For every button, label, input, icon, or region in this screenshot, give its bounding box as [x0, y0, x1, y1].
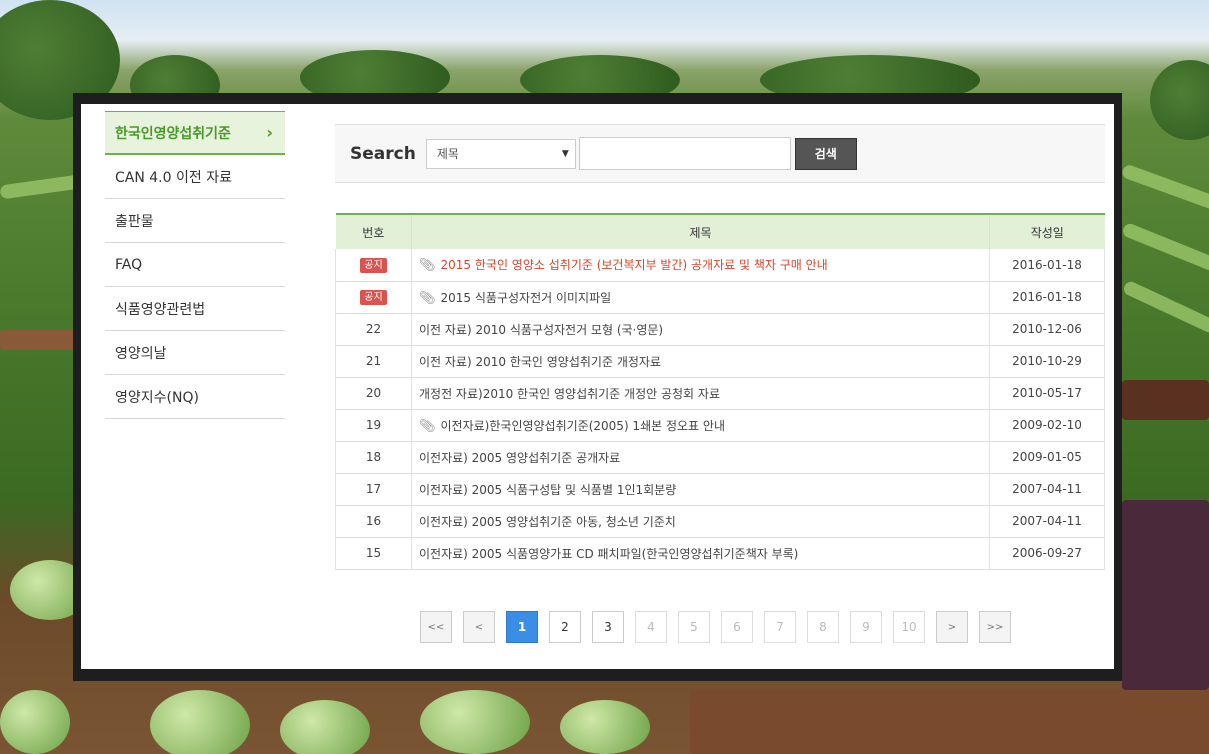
post-number: 17: [335, 473, 412, 506]
post-date: 2010-12-06: [989, 313, 1105, 346]
page-button-4[interactable]: 4: [635, 611, 667, 643]
page-button-10[interactable]: 10: [893, 611, 925, 643]
paperclip-icon: 📎︎: [419, 290, 436, 306]
post-date: 2016-01-18: [989, 281, 1105, 314]
post-date: 2006-09-27: [989, 537, 1105, 570]
post-title-link[interactable]: 이전자료) 2005 영양섭취기준 아동, 청소년 기준치: [419, 515, 676, 529]
search-bar: Search 제목 ▼ 검색: [335, 124, 1105, 183]
table-row: 18 이전자료) 2005 영양섭취기준 공개자료 2009-01-05: [335, 441, 1105, 474]
table-row: 공지 📎︎ 2015 한국인 영양소 섭취기준 (보건복지부 발간) 공개자료 및…: [335, 249, 1105, 282]
post-date: 2009-01-05: [989, 441, 1105, 474]
sidebar-item-can-archive[interactable]: CAN 4.0 이전 자료: [105, 155, 285, 199]
sidebar-item-label: 출판물: [115, 213, 154, 230]
next-page-button[interactable]: >: [936, 611, 968, 643]
page-button-2[interactable]: 2: [549, 611, 581, 643]
post-title-link[interactable]: 이전자료)한국인영양섭취기준(2005) 1쇄본 정오표 안내: [441, 419, 725, 433]
table-row: 15 이전자료) 2005 식품영양가표 CD 패치파일(한국인영양섭취기준책자…: [335, 537, 1105, 570]
paperclip-icon: 📎︎: [419, 258, 436, 274]
post-title-link[interactable]: 2015 식품구성자전거 이미지파일: [441, 291, 612, 305]
sidebar-item-label: CAN 4.0 이전 자료: [115, 169, 232, 186]
page-button-5[interactable]: 5: [678, 611, 710, 643]
sidebar-item-label: 한국인영양섭취기준: [115, 125, 231, 142]
table-row: 20 개정전 자료)2010 한국인 영양섭취기준 개정안 공청회 자료 201…: [335, 377, 1105, 410]
post-number: 15: [335, 537, 412, 570]
sidebar-item-label: 영양지수(NQ): [115, 389, 199, 406]
page-button-3[interactable]: 3: [592, 611, 624, 643]
board-table: 번호 제목 작성일 공지 📎︎ 2015 한국인 영양소 섭취기준 (보건복지부 …: [335, 213, 1105, 570]
post-number: 21: [335, 345, 412, 378]
sidebar-item-food-law[interactable]: 식품영양관련법: [105, 287, 285, 331]
post-date: 2010-10-29: [989, 345, 1105, 378]
table-row: 19 📎︎ 이전자료)한국인영양섭취기준(2005) 1쇄본 정오표 안내 200…: [335, 409, 1105, 442]
column-header-num: 번호: [335, 214, 412, 249]
column-header-title: 제목: [411, 214, 990, 249]
sidebar-nav: 한국인영양섭취기준 › CAN 4.0 이전 자료 출판물 FAQ 식품영양관련…: [105, 111, 285, 419]
post-title-link[interactable]: 이전 자료) 2010 식품구성자전거 모형 (국·영문): [419, 323, 663, 337]
sidebar-item-label: FAQ: [115, 256, 143, 273]
table-row: 22 이전 자료) 2010 식품구성자전거 모형 (국·영문) 2010-12…: [335, 313, 1105, 346]
post-title-link[interactable]: 개정전 자료)2010 한국인 영양섭취기준 개정안 공청회 자료: [419, 387, 720, 401]
first-page-button[interactable]: <<: [420, 611, 452, 643]
table-header-row: 번호 제목 작성일: [335, 214, 1105, 249]
chevron-right-icon: ›: [266, 123, 273, 142]
post-date: 2010-05-17: [989, 377, 1105, 410]
post-date: 2009-02-10: [989, 409, 1105, 442]
post-number: 22: [335, 313, 412, 346]
sidebar-item-nq[interactable]: 영양지수(NQ): [105, 375, 285, 419]
sidebar-item-korean-dri[interactable]: 한국인영양섭취기준 ›: [105, 111, 285, 155]
post-title-link[interactable]: 이전자료) 2005 식품영양가표 CD 패치파일(한국인영양섭취기준책자 부록…: [419, 547, 798, 561]
paperclip-icon: 📎︎: [419, 418, 436, 434]
sidebar-item-nutrition-day[interactable]: 영양의날: [105, 331, 285, 375]
post-title-link[interactable]: 이전자료) 2005 영양섭취기준 공개자료: [419, 451, 620, 465]
post-number: 19: [335, 409, 412, 442]
table-row: 21 이전 자료) 2010 한국인 영양섭취기준 개정자료 2010-10-2…: [335, 345, 1105, 378]
table-row: 17 이전자료) 2005 식품구성탑 및 식품별 1인1회분량 2007-04…: [335, 473, 1105, 506]
notice-badge: 공지: [360, 257, 387, 273]
notice-badge: 공지: [360, 290, 387, 305]
page-button-7[interactable]: 7: [764, 611, 796, 643]
content-panel: 한국인영양섭취기준 › CAN 4.0 이전 자료 출판물 FAQ 식품영양관련…: [81, 104, 1114, 669]
search-label: Search: [350, 143, 416, 164]
pagination: << < 1 2 3 4 5 6 7 8 9 10 > >>: [420, 611, 1011, 643]
post-title-link[interactable]: 이전자료) 2005 식품구성탑 및 식품별 1인1회분량: [419, 483, 676, 497]
caret-down-icon: ▼: [561, 148, 569, 159]
post-number: 16: [335, 505, 412, 538]
post-date: 2016-01-18: [989, 249, 1105, 282]
sidebar-item-publications[interactable]: 출판물: [105, 199, 285, 243]
post-title-link[interactable]: 2015 한국인 영양소 섭취기준 (보건복지부 발간) 공개자료 및 책자 구…: [441, 258, 828, 272]
search-input[interactable]: [578, 137, 791, 170]
page-button-6[interactable]: 6: [721, 611, 753, 643]
sidebar-item-faq[interactable]: FAQ: [105, 243, 285, 287]
post-number: 20: [335, 377, 412, 410]
post-number: 18: [335, 441, 412, 474]
page-button-1[interactable]: 1: [506, 611, 538, 643]
post-title-link[interactable]: 이전 자료) 2010 한국인 영양섭취기준 개정자료: [419, 355, 661, 369]
prev-page-button[interactable]: <: [463, 611, 495, 643]
search-button[interactable]: 검색: [794, 137, 857, 170]
sidebar-item-label: 식품영양관련법: [115, 301, 206, 318]
last-page-button[interactable]: >>: [979, 611, 1011, 643]
sidebar-item-label: 영양의날: [115, 345, 167, 362]
table-row: 공지 📎︎ 2015 식품구성자전거 이미지파일 2016-01-18: [335, 281, 1105, 314]
select-value: 제목: [436, 147, 459, 161]
page-button-9[interactable]: 9: [850, 611, 882, 643]
page-button-8[interactable]: 8: [807, 611, 839, 643]
table-row: 16 이전자료) 2005 영양섭취기준 아동, 청소년 기준치 2007-04…: [335, 505, 1105, 538]
post-date: 2007-04-11: [989, 473, 1105, 506]
post-date: 2007-04-11: [989, 505, 1105, 538]
column-header-date: 작성일: [989, 214, 1105, 249]
search-field-select[interactable]: 제목 ▼: [425, 138, 576, 169]
